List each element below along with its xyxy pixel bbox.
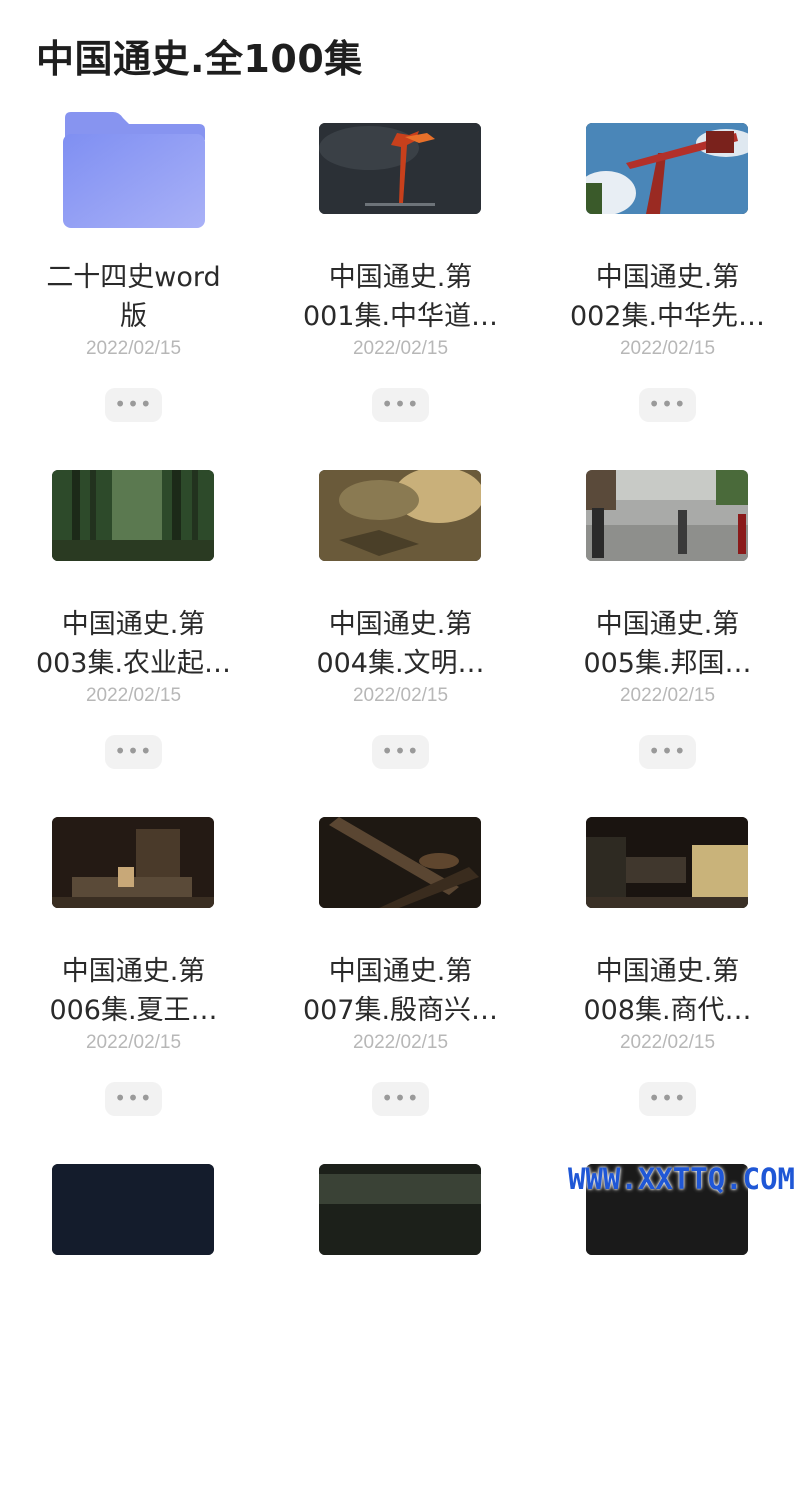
more-options-button[interactable]: ••• bbox=[105, 735, 162, 769]
item-date: 2022/02/15 bbox=[619, 338, 716, 359]
grid-item-video[interactable]: 中国通史.第 003集.农业起… 2022/02/15 ••• bbox=[0, 457, 267, 804]
item-date: 2022/02/15 bbox=[619, 1032, 716, 1053]
item-name: 中国通史.第 005集.邦国… bbox=[583, 609, 752, 679]
grid-item-video[interactable]: 中国通史.第 004集.文明… 2022/02/15 ••• bbox=[267, 457, 534, 804]
video-thumbnail bbox=[586, 123, 748, 214]
more-options-button[interactable]: ••• bbox=[639, 735, 696, 769]
item-name: 中国通史.第 006集.夏王… bbox=[49, 956, 218, 1026]
grid-item-video[interactable]: 中国通史.第 007集.殷商兴… 2022/02/15 ••• bbox=[267, 804, 534, 1151]
page-title: 中国通史.全100集 bbox=[36, 37, 363, 81]
grid-item-video-partial[interactable] bbox=[0, 1151, 267, 1498]
item-name: 中国通史.第 002集.中华先… bbox=[569, 262, 766, 332]
grid-item-video-partial[interactable] bbox=[534, 1151, 801, 1498]
grid-item-video[interactable]: 中国通史.第 001集.中华道… 2022/02/15 ••• bbox=[267, 110, 534, 457]
video-thumbnail bbox=[52, 470, 214, 561]
more-options-button[interactable]: ••• bbox=[639, 1082, 696, 1116]
video-thumbnail bbox=[52, 1164, 214, 1255]
more-options-button[interactable]: ••• bbox=[105, 388, 162, 422]
item-name: 中国通史.第 008集.商代… bbox=[583, 956, 752, 1026]
item-name: 中国通史.第 003集.农业起… bbox=[35, 609, 232, 679]
item-date: 2022/02/15 bbox=[352, 685, 449, 706]
video-thumbnail bbox=[586, 470, 748, 561]
video-thumbnail bbox=[319, 123, 481, 214]
folder-icon bbox=[61, 110, 207, 230]
item-date: 2022/02/15 bbox=[85, 338, 182, 359]
item-date: 2022/02/15 bbox=[352, 1032, 449, 1053]
video-thumbnail bbox=[586, 817, 748, 908]
item-name: 二十四史word 版 bbox=[46, 262, 221, 332]
item-date: 2022/02/15 bbox=[352, 338, 449, 359]
watermark-text: WWW.XXTTQ.COM bbox=[568, 1162, 795, 1196]
item-date: 2022/02/15 bbox=[85, 685, 182, 706]
item-date: 2022/02/15 bbox=[85, 1032, 182, 1053]
item-name: 中国通史.第 001集.中华道… bbox=[302, 262, 499, 332]
item-name: 中国通史.第 007集.殷商兴… bbox=[302, 956, 499, 1026]
grid-item-video[interactable]: 中国通史.第 008集.商代… 2022/02/15 ••• bbox=[534, 804, 801, 1151]
more-options-button[interactable]: ••• bbox=[105, 1082, 162, 1116]
video-thumbnail bbox=[319, 470, 481, 561]
item-name: 中国通史.第 004集.文明… bbox=[316, 609, 485, 679]
grid-item-video[interactable]: 中国通史.第 005集.邦国… 2022/02/15 ••• bbox=[534, 457, 801, 804]
grid-item-video-partial[interactable] bbox=[267, 1151, 534, 1498]
grid-item-video[interactable]: 中国通史.第 002集.中华先… 2022/02/15 ••• bbox=[534, 110, 801, 457]
grid-item-video[interactable]: 中国通史.第 006集.夏王… 2022/02/15 ••• bbox=[0, 804, 267, 1151]
item-date: 2022/02/15 bbox=[619, 685, 716, 706]
more-options-button[interactable]: ••• bbox=[639, 388, 696, 422]
more-options-button[interactable]: ••• bbox=[372, 735, 429, 769]
video-thumbnail bbox=[52, 817, 214, 908]
more-options-button[interactable]: ••• bbox=[372, 1082, 429, 1116]
grid-item-folder[interactable]: 二十四史word 版 2022/02/15 ••• bbox=[0, 110, 267, 457]
video-thumbnail bbox=[319, 1164, 481, 1255]
more-options-button[interactable]: ••• bbox=[372, 388, 429, 422]
video-thumbnail bbox=[319, 817, 481, 908]
file-grid: 二十四史word 版 2022/02/15 ••• 中国通史.第 001集.中华… bbox=[0, 110, 801, 1498]
